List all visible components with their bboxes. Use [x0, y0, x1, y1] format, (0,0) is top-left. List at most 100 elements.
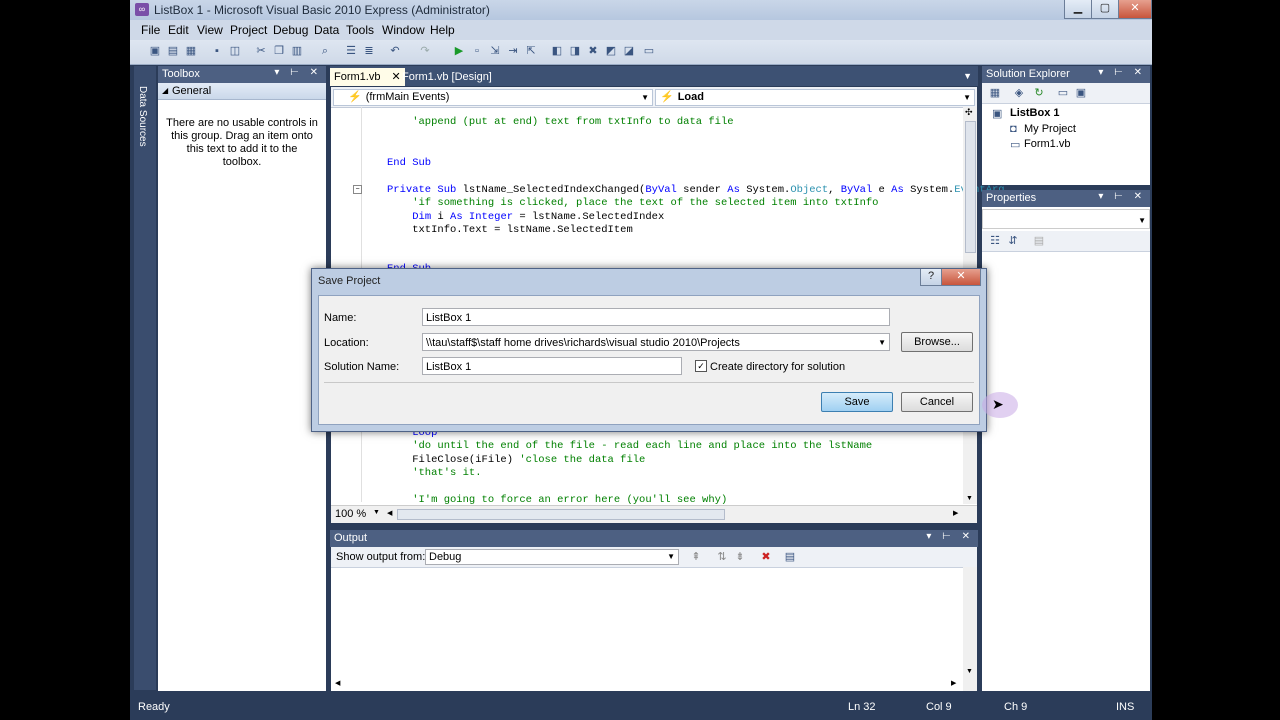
tree-item-form1[interactable]: Form1.vb	[1024, 138, 1070, 150]
output-vertical-scrollbar[interactable]: ▼	[963, 567, 977, 691]
code-line: FileClose(iFile) 'close the data file	[387, 454, 646, 466]
solution-explorer-icon[interactable]: ◧	[550, 44, 564, 58]
step-over-icon[interactable]: ⇥	[506, 44, 520, 58]
chevron-down-icon[interactable]: ▼	[963, 90, 971, 105]
output-source-select[interactable]: Debug ▼	[425, 549, 679, 565]
zoom-dropdown-icon[interactable]: ▼	[373, 509, 380, 516]
dialog-help-button[interactable]: ?	[920, 269, 942, 286]
toolbox-pin-icon[interactable]: ▾ ⊢ ✕	[274, 67, 322, 78]
extension-manager-icon[interactable]: ◪	[622, 44, 636, 58]
zoom-level[interactable]: 100 %	[335, 508, 366, 520]
chevron-down-icon[interactable]: ▼	[641, 90, 649, 105]
find-icon[interactable]: ⌕	[318, 44, 332, 58]
close-window-button[interactable]: ✕	[1118, 0, 1152, 19]
copy-icon[interactable]: ❐	[272, 44, 286, 58]
data-sources-label[interactable]: Data Sources	[137, 86, 148, 147]
browse-button[interactable]: Browse...	[901, 332, 973, 352]
tree-item-my-project[interactable]: My Project	[1024, 123, 1076, 135]
toolbox-icon[interactable]: ✖	[586, 44, 600, 58]
solution-explorer-pin-icon[interactable]: ▾ ⊢ ✕	[1098, 67, 1146, 78]
menu-edit[interactable]: Edit	[168, 23, 189, 37]
cancel-button[interactable]: Cancel	[901, 392, 973, 412]
dialog-close-button[interactable]: ✕	[941, 269, 981, 286]
view-code-icon[interactable]: ▭	[1056, 86, 1070, 100]
find-message-icon[interactable]: ⇅	[715, 550, 729, 564]
undo-icon[interactable]: ↶	[388, 44, 402, 58]
word-wrap-icon[interactable]: ▤	[783, 550, 797, 564]
object-browser-icon[interactable]: ◩	[604, 44, 618, 58]
toolbox-empty-message: There are no usable controls in this gro…	[166, 117, 318, 168]
method-dropdown[interactable]: ⚡ Load ▼	[655, 89, 975, 106]
alphabetical-icon[interactable]: ⇵	[1006, 234, 1020, 248]
menu-window[interactable]: Window	[382, 23, 425, 37]
menu-debug[interactable]: Debug	[273, 23, 308, 37]
show-all-files-icon[interactable]: ◈	[1012, 86, 1026, 100]
tab-dropdown-icon[interactable]: ▼	[963, 71, 972, 81]
scroll-right-icon[interactable]: ▶	[951, 679, 956, 687]
save-icon[interactable]: ▪	[210, 44, 224, 58]
clear-all-icon[interactable]: ✖	[759, 550, 773, 564]
chevron-down-icon[interactable]: ▼	[878, 334, 886, 352]
property-pages-icon[interactable]: ▤	[1032, 234, 1046, 248]
cut-icon[interactable]: ✂	[254, 44, 268, 58]
step-into-icon[interactable]: ⇲	[488, 44, 502, 58]
minimize-button[interactable]: ▁	[1064, 0, 1092, 19]
comment-icon[interactable]: ☰	[344, 44, 358, 58]
properties-icon[interactable]: ▦	[988, 86, 1002, 100]
chevron-down-icon[interactable]: ▼	[667, 550, 675, 564]
data-sources-strip[interactable]: Data Sources	[134, 66, 156, 690]
uncomment-icon[interactable]: ≣	[362, 44, 376, 58]
view-designer-icon[interactable]: ▣	[1074, 86, 1088, 100]
scroll-right-icon[interactable]: ▶	[953, 509, 958, 517]
create-directory-checkbox[interactable]: ✓	[695, 360, 707, 372]
paste-icon[interactable]: ▥	[290, 44, 304, 58]
output-pin-icon[interactable]: ▾ ⊢ ✕	[926, 531, 974, 542]
window-icon[interactable]: ▭	[642, 44, 656, 58]
menu-tools[interactable]: Tools	[346, 23, 374, 37]
project-node[interactable]: ListBox 1	[1010, 107, 1060, 119]
menu-view[interactable]: View	[197, 23, 223, 37]
menu-data[interactable]: Data	[314, 23, 339, 37]
chevron-down-icon[interactable]: ▼	[1138, 212, 1146, 230]
scroll-down-icon[interactable]: ▼	[966, 668, 973, 675]
step-out-icon[interactable]: ⇱	[524, 44, 538, 58]
collapse-triangle-icon[interactable]: ◢	[162, 86, 168, 95]
scroll-left-icon[interactable]: ◀	[387, 509, 392, 517]
go-to-previous-icon[interactable]: ⇞	[689, 550, 703, 564]
scroll-left-icon[interactable]: ◀	[335, 679, 340, 687]
refresh-icon[interactable]: ↻	[1032, 86, 1046, 100]
toolbox-panel: ◢ General There are no usable controls i…	[158, 83, 326, 691]
properties-pin-icon[interactable]: ▾ ⊢ ✕	[1098, 191, 1146, 202]
create-directory-label[interactable]: Create directory for solution	[710, 361, 845, 373]
class-dropdown[interactable]: ⚡ (frmMain Events) ▼	[333, 89, 653, 106]
redo-icon[interactable]: ↷	[418, 44, 432, 58]
categorized-icon[interactable]: ☷	[988, 234, 1002, 248]
menu-help[interactable]: Help	[430, 23, 455, 37]
menu-project[interactable]: Project	[230, 23, 267, 37]
maximize-button[interactable]: ▢	[1091, 0, 1119, 19]
open-folder-icon[interactable]: ▤	[166, 44, 180, 58]
toolbox-group-general[interactable]: ◢ General	[158, 83, 326, 100]
properties-icon[interactable]: ◨	[568, 44, 582, 58]
object-select[interactable]: ▼	[982, 209, 1150, 229]
start-debugging-icon[interactable]: ▶	[452, 44, 466, 58]
solution-name-field[interactable]: ListBox 1	[422, 357, 682, 375]
tab-form1-vb[interactable]: Form1.vb ✕	[330, 68, 405, 86]
break-icon[interactable]: ▫	[470, 44, 484, 58]
tab-form1-design[interactable]: Form1.vb [Design]	[398, 68, 496, 86]
menu-file[interactable]: File	[141, 23, 160, 37]
collapse-region-icon[interactable]: −	[353, 185, 362, 194]
save-all-icon[interactable]: ◫	[228, 44, 242, 58]
save-button[interactable]: Save	[821, 392, 893, 412]
name-field[interactable]: ListBox 1	[422, 308, 890, 326]
new-project-icon[interactable]: ▣	[148, 44, 162, 58]
horizontal-scroll-thumb[interactable]	[397, 509, 725, 520]
scroll-thumb[interactable]	[965, 121, 976, 253]
add-item-icon[interactable]: ▦	[184, 44, 198, 58]
lightning-icon: ⚡	[348, 91, 362, 103]
split-handle-icon[interactable]: ✣	[965, 107, 975, 119]
output-source-value: Debug	[429, 551, 462, 563]
scroll-down-icon[interactable]: ▼	[966, 495, 973, 502]
go-to-next-icon[interactable]: ⇟	[733, 550, 747, 564]
location-field[interactable]: \\tau\staff$\staff home drives\richards\…	[422, 333, 890, 351]
